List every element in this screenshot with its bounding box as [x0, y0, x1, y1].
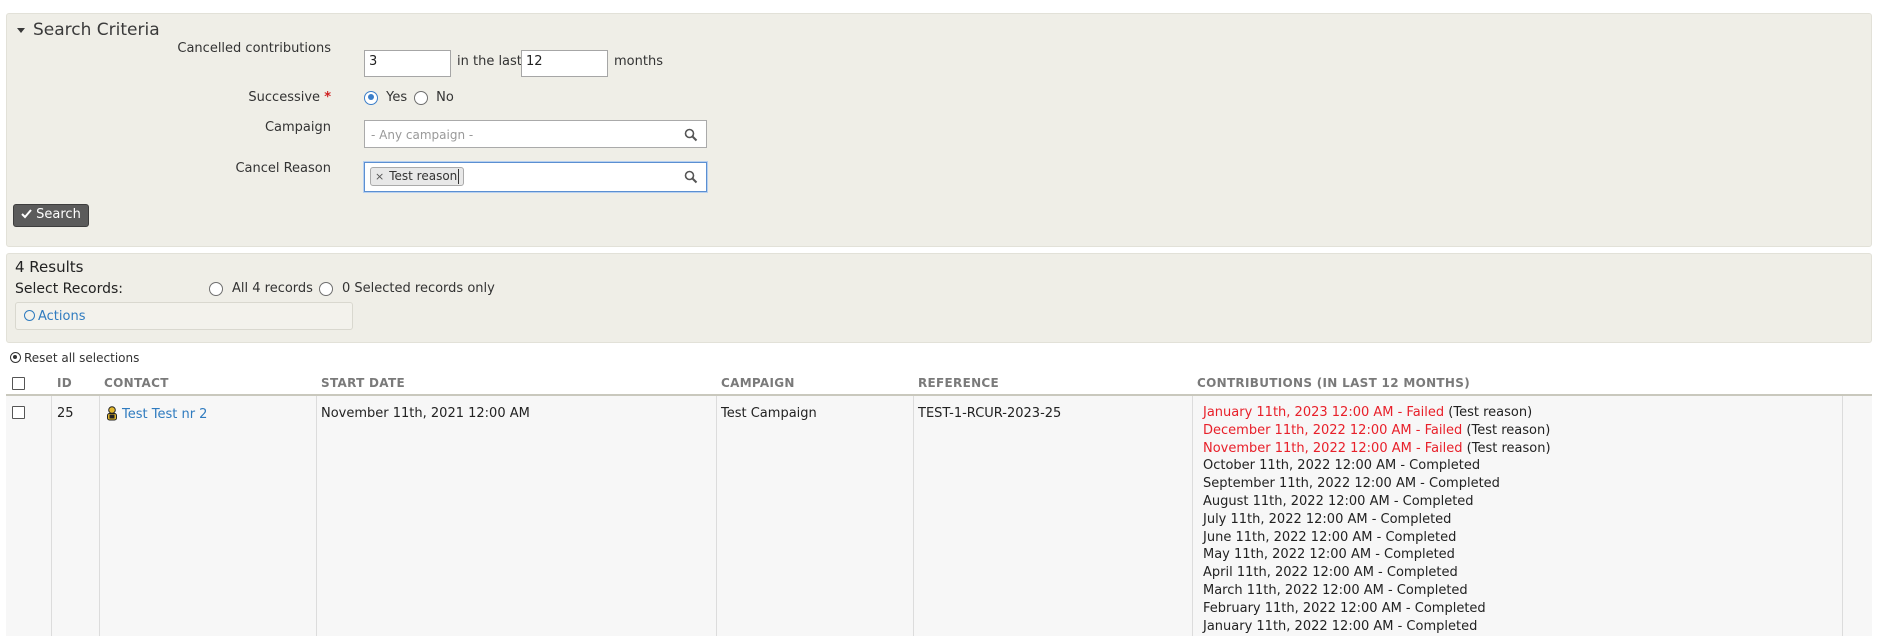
actions-label: Actions	[38, 309, 86, 324]
required-mark: *	[324, 90, 331, 105]
successive-yes-radio[interactable]	[364, 90, 378, 105]
header-contact[interactable]: CONTACT	[104, 376, 169, 390]
header-reference[interactable]: REFERENCE	[918, 376, 999, 390]
header-campaign[interactable]: CAMPAIGN	[721, 376, 795, 390]
campaign-label: Campaign	[264, 120, 331, 135]
cell-contributions: January 11th, 2023 12:00 AM - Failed (Te…	[1203, 404, 1551, 635]
cancel-reason-tag-label: Test reason	[389, 169, 458, 183]
table-row: 25 Test Test nr 2 November 11th, 2021 12…	[6, 396, 1872, 636]
contribution-item: January 11th, 2022 12:00 AM - Completed	[1203, 618, 1478, 634]
tag-remove-icon[interactable]: ×	[375, 170, 384, 183]
header-contributions[interactable]: CONTRIBUTIONS (IN LAST 12 MONTHS)	[1197, 376, 1470, 390]
selected-records-option[interactable]: 0 Selected records only	[319, 281, 495, 296]
all-records-label: All 4 records	[232, 281, 313, 296]
results-count: 4 Results	[15, 258, 84, 276]
contact-link[interactable]: Test Test nr 2	[122, 407, 207, 422]
search-criteria-panel: Search Criteria Cancelled contributions …	[6, 13, 1872, 247]
in-the-last-label: in the last	[457, 54, 522, 69]
cancel-reason-tag: × Test reason	[370, 167, 465, 186]
contribution-item: March 11th, 2022 12:00 AM - Completed	[1203, 582, 1468, 598]
search-icon	[684, 128, 698, 142]
contribution-item: December 11th, 2022 12:00 AM - Failed (T…	[1203, 422, 1551, 438]
table-header: ID CONTACT START DATE CAMPAIGN REFERENCE…	[6, 372, 1872, 396]
select-records-label: Select Records:	[15, 281, 124, 297]
successive-yes-option[interactable]: Yes	[364, 90, 407, 105]
cancel-reason-label: Cancel Reason	[235, 161, 331, 176]
selected-records-radio[interactable]	[319, 281, 333, 296]
contribution-item: August 11th, 2022 12:00 AM - Completed	[1203, 493, 1474, 509]
all-records-radio[interactable]	[209, 281, 223, 296]
cell-id: 25	[57, 406, 74, 421]
successive-yes-label: Yes	[386, 90, 408, 105]
campaign-placeholder: - Any campaign -	[371, 128, 474, 142]
cancel-reason-select[interactable]: × Test reason	[364, 162, 707, 192]
reset-selections-link[interactable]: Reset all selections	[10, 351, 139, 365]
header-id[interactable]: ID	[57, 376, 72, 390]
months-input[interactable]: 12	[521, 50, 608, 77]
contribution-item: February 11th, 2022 12:00 AM - Completed	[1203, 600, 1486, 616]
text-cursor	[458, 169, 459, 184]
campaign-select[interactable]: - Any campaign -	[364, 120, 707, 148]
contribution-item: July 11th, 2022 12:00 AM - Completed	[1203, 511, 1452, 527]
cell-contact: Test Test nr 2	[106, 406, 207, 422]
reset-selections-label: Reset all selections	[24, 351, 140, 365]
cell-start-date: November 11th, 2021 12:00 AM	[321, 406, 530, 421]
search-icon	[684, 170, 698, 184]
actions-link[interactable]: Actions	[24, 309, 86, 324]
cell-campaign: Test Campaign	[721, 406, 817, 421]
select-all-checkbox[interactable]	[12, 377, 25, 390]
successive-label: Successive *	[248, 90, 331, 105]
successive-no-radio[interactable]	[414, 90, 428, 105]
selected-records-label: 0 Selected records only	[342, 281, 495, 296]
results-panel: 4 Results Select Records: All 4 records …	[6, 253, 1872, 343]
all-records-option[interactable]: All 4 records	[209, 281, 313, 296]
individual-contact-icon	[107, 406, 117, 421]
caret-down-icon	[17, 27, 25, 33]
circle-chevron-icon	[24, 310, 35, 321]
search-criteria-title: Search Criteria	[33, 20, 160, 40]
header-start-date[interactable]: START DATE	[321, 376, 405, 390]
search-button-label: Search	[36, 207, 81, 222]
contribution-item: May 11th, 2022 12:00 AM - Completed	[1203, 547, 1455, 563]
contribution-item: June 11th, 2022 12:00 AM - Completed	[1203, 529, 1457, 545]
cancelled-count-input[interactable]: 3	[364, 50, 451, 77]
search-button[interactable]: Search	[13, 204, 89, 227]
contribution-item: November 11th, 2022 12:00 AM - Failed (T…	[1203, 440, 1551, 456]
contribution-item: April 11th, 2022 12:00 AM - Completed	[1203, 565, 1458, 581]
actions-dropdown[interactable]: Actions	[15, 302, 353, 330]
check-icon	[21, 209, 32, 219]
contribution-item: September 11th, 2022 12:00 AM - Complete…	[1203, 476, 1500, 492]
successive-no-option[interactable]: No	[414, 90, 454, 105]
successive-no-label: No	[436, 90, 454, 105]
months-label: months	[614, 54, 663, 69]
search-criteria-toggle[interactable]: Search Criteria	[17, 20, 160, 40]
contribution-item: October 11th, 2022 12:00 AM - Completed	[1203, 458, 1481, 474]
cell-reference: TEST-1-RCUR-2023-25	[918, 406, 1062, 421]
contribution-item: January 11th, 2023 12:00 AM - Failed (Te…	[1203, 405, 1533, 420]
radio-dot-icon	[10, 352, 21, 363]
row-checkbox[interactable]	[12, 406, 25, 419]
cancelled-contributions-label: Cancelled contributions	[177, 41, 331, 56]
